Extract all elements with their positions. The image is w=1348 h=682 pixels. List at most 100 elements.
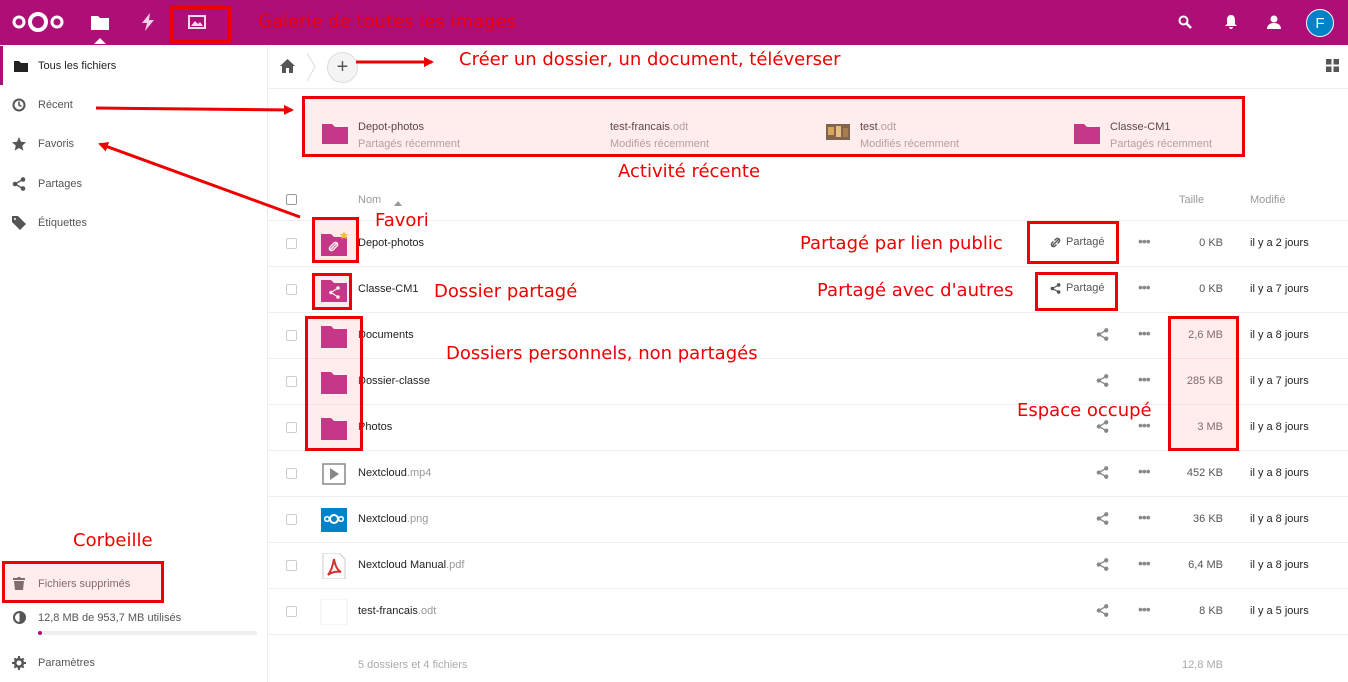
select-all-checkbox[interactable] xyxy=(286,194,297,205)
share-icon[interactable] xyxy=(1096,374,1109,390)
file-size: 452 KB xyxy=(1186,467,1223,479)
annotation-shared-folder: Dossier partagé xyxy=(434,281,578,302)
files-icon[interactable] xyxy=(89,11,111,33)
row-checkbox[interactable] xyxy=(286,468,297,479)
sidebar-item-favorites[interactable]: Favoris xyxy=(0,124,267,163)
annotation-space: Espace occupé xyxy=(1017,400,1152,421)
file-modified: il y a 7 jours xyxy=(1250,375,1309,387)
row-checkbox[interactable] xyxy=(286,606,297,617)
row-checkbox[interactable] xyxy=(286,514,297,525)
user-avatar[interactable]: F xyxy=(1306,9,1334,37)
annotation-box-shared-folder xyxy=(312,273,352,310)
annotation-public-link: Partagé par lien public xyxy=(800,233,1003,254)
file-modified: il y a 8 jours xyxy=(1250,329,1309,341)
annotation-box-shared-with xyxy=(1035,272,1118,311)
share-icon[interactable] xyxy=(1096,328,1109,344)
files-summary: 5 dossiers et 4 fichiers xyxy=(358,659,468,671)
activity-icon[interactable] xyxy=(138,11,160,33)
more-actions-icon[interactable]: ••• xyxy=(1138,509,1151,525)
search-icon[interactable] xyxy=(1174,11,1196,33)
sidebar-item-label: Récent xyxy=(38,98,73,111)
more-actions-icon[interactable]: ••• xyxy=(1138,233,1151,249)
sidebar-item-tags[interactable]: Étiquettes xyxy=(0,203,267,242)
file-name: Nextcloud.mp4 xyxy=(358,467,432,479)
annotation-gallery: Galerie de toutes les images xyxy=(258,11,516,32)
row-checkbox[interactable] xyxy=(286,238,297,249)
file-name: Photos xyxy=(358,421,393,433)
pie-chart-icon xyxy=(0,611,38,624)
annotation-box-public-link xyxy=(1027,221,1119,264)
document-icon xyxy=(320,599,348,625)
tag-icon xyxy=(0,215,38,230)
annotation-shared-with: Partagé avec d'autres xyxy=(817,280,1014,301)
share-icon[interactable] xyxy=(1096,466,1109,482)
table-row[interactable]: Classe-CM1 Partagé ••• 0 KB il y a 7 jou… xyxy=(268,267,1348,313)
annotation-box-activity xyxy=(302,96,1245,157)
annotation-box-favori xyxy=(312,217,359,263)
annotation-personal: Dossiers personnels, non partagés xyxy=(446,343,758,364)
sort-asc-icon xyxy=(394,197,402,209)
gear-icon xyxy=(0,655,38,670)
sidebar-item-all-files[interactable]: Tous les fichiers xyxy=(0,46,267,85)
table-row[interactable]: Nextcloud.png ••• 36 KB il y a 8 jours xyxy=(268,497,1348,543)
annotation-trash: Corbeille xyxy=(73,530,153,551)
share-icon[interactable] xyxy=(1096,604,1109,620)
file-size: 0 KB xyxy=(1199,283,1223,295)
file-name: Dossier-classe xyxy=(358,375,431,387)
sidebar-item-shares[interactable]: Partages xyxy=(0,164,267,203)
row-checkbox[interactable] xyxy=(286,330,297,341)
share-icon[interactable] xyxy=(1096,512,1109,528)
column-modified-header[interactable]: Modifié xyxy=(1250,194,1285,206)
row-checkbox[interactable] xyxy=(286,376,297,387)
nextcloud-files-app: F Tous les fichiers Récent Favoris Parta… xyxy=(0,0,1348,682)
table-row[interactable]: test-francais.odt ••• 8 KB il y a 5 jour… xyxy=(268,589,1348,635)
sidebar-item-recent[interactable]: Récent xyxy=(0,85,267,124)
add-new-button[interactable]: + xyxy=(327,52,358,83)
column-name-header[interactable]: Nom xyxy=(358,194,381,206)
file-name: Depot-photos xyxy=(358,237,425,249)
image-icon xyxy=(321,508,347,532)
file-modified: il y a 8 jours xyxy=(1250,559,1309,571)
annotation-box-trash xyxy=(2,561,164,603)
more-actions-icon[interactable]: ••• xyxy=(1138,325,1151,341)
sidebar-item-label: Paramètres xyxy=(38,656,95,669)
table-row[interactable]: Nextcloud Manual.pdf ••• 6,4 MB il y a 8… xyxy=(268,543,1348,589)
more-actions-icon[interactable]: ••• xyxy=(1138,555,1151,571)
file-modified: il y a 8 jours xyxy=(1250,467,1309,479)
more-actions-icon[interactable]: ••• xyxy=(1138,371,1151,387)
share-icon[interactable] xyxy=(1096,558,1109,574)
file-modified: il y a 5 jours xyxy=(1250,605,1309,617)
contacts-icon[interactable] xyxy=(1264,11,1286,33)
sidebar-item-label: Partages xyxy=(38,177,83,190)
sidebar-item-settings[interactable]: Paramètres xyxy=(0,643,267,682)
sidebar-item-label: Favoris xyxy=(38,137,75,150)
notifications-icon[interactable] xyxy=(1220,11,1242,33)
share-icon[interactable] xyxy=(1096,420,1109,436)
active-tab-indicator xyxy=(94,38,106,44)
clock-icon xyxy=(0,98,38,112)
row-checkbox[interactable] xyxy=(286,560,297,571)
folder-icon xyxy=(3,60,38,72)
quota-fill xyxy=(38,631,43,635)
annotation-create: Créer un dossier, un document, téléverse… xyxy=(459,49,841,70)
table-row[interactable]: Nextcloud.mp4 ••• 452 KB il y a 8 jours xyxy=(268,451,1348,497)
row-checkbox[interactable] xyxy=(286,422,297,433)
nextcloud-logo[interactable] xyxy=(10,10,66,34)
home-icon[interactable] xyxy=(280,59,295,76)
file-name: test-francais.odt xyxy=(358,605,437,617)
file-size: 8 KB xyxy=(1199,605,1223,617)
file-modified: il y a 8 jours xyxy=(1250,421,1309,433)
file-size: 6,4 MB xyxy=(1188,559,1223,571)
annotation-box-gallery xyxy=(170,6,231,43)
more-actions-icon[interactable]: ••• xyxy=(1138,463,1151,479)
grid-view-icon[interactable] xyxy=(1326,59,1339,75)
column-size-header[interactable]: Taille xyxy=(1179,194,1204,206)
annotation-box-space xyxy=(1168,316,1239,451)
more-actions-icon[interactable]: ••• xyxy=(1138,279,1151,295)
annotation-box-personal xyxy=(305,316,363,451)
file-size: 36 KB xyxy=(1193,513,1223,525)
row-checkbox[interactable] xyxy=(286,284,297,295)
more-actions-icon[interactable]: ••• xyxy=(1138,601,1151,617)
file-modified: il y a 2 jours xyxy=(1250,237,1309,249)
file-modified: il y a 8 jours xyxy=(1250,513,1309,525)
